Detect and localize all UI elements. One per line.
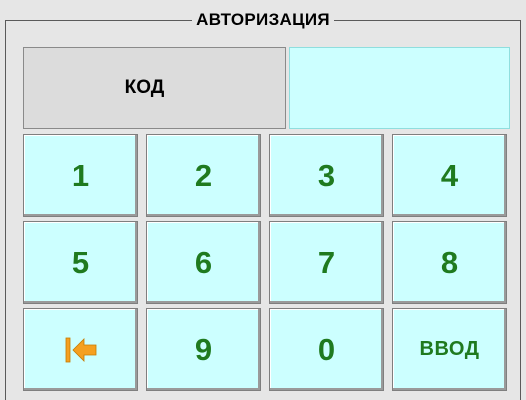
code-input[interactable] (289, 47, 510, 129)
key-3-label: 3 (317, 157, 336, 193)
arrow-left-to-bar-icon (65, 337, 96, 362)
key-0-button[interactable]: 0 (269, 308, 384, 391)
dialog-title: АВТОРИЗАЦИЯ (192, 7, 334, 33)
key-4-button[interactable]: 4 (392, 134, 507, 217)
key-8-button[interactable]: 8 (392, 221, 507, 304)
key-6-button[interactable]: 6 (146, 221, 261, 304)
key-8-label: 8 (440, 244, 459, 280)
key-9-button[interactable]: 9 (146, 308, 261, 391)
key-1-button[interactable]: 1 (23, 134, 138, 217)
key-0-label: 0 (317, 331, 336, 367)
code-label-box: КОД (23, 47, 286, 129)
key-9-label: 9 (194, 331, 213, 367)
key-6-label: 6 (194, 244, 213, 280)
key-7-button[interactable]: 7 (269, 221, 384, 304)
key-5-label: 5 (71, 244, 90, 280)
key-3-button[interactable]: 3 (269, 134, 384, 217)
backspace-button[interactable] (23, 308, 138, 391)
code-label: КОД (124, 77, 165, 98)
enter-button[interactable]: ВВОД (392, 308, 507, 391)
key-4-label: 4 (440, 157, 459, 193)
dialog-title-bar: АВТОРИЗАЦИЯ (0, 7, 526, 33)
key-1-label: 1 (71, 157, 90, 193)
key-5-button[interactable]: 5 (23, 221, 138, 304)
enter-label: ВВОД (419, 338, 480, 360)
key-2-button[interactable]: 2 (146, 134, 261, 217)
key-7-label: 7 (317, 244, 336, 280)
key-2-label: 2 (194, 157, 213, 193)
